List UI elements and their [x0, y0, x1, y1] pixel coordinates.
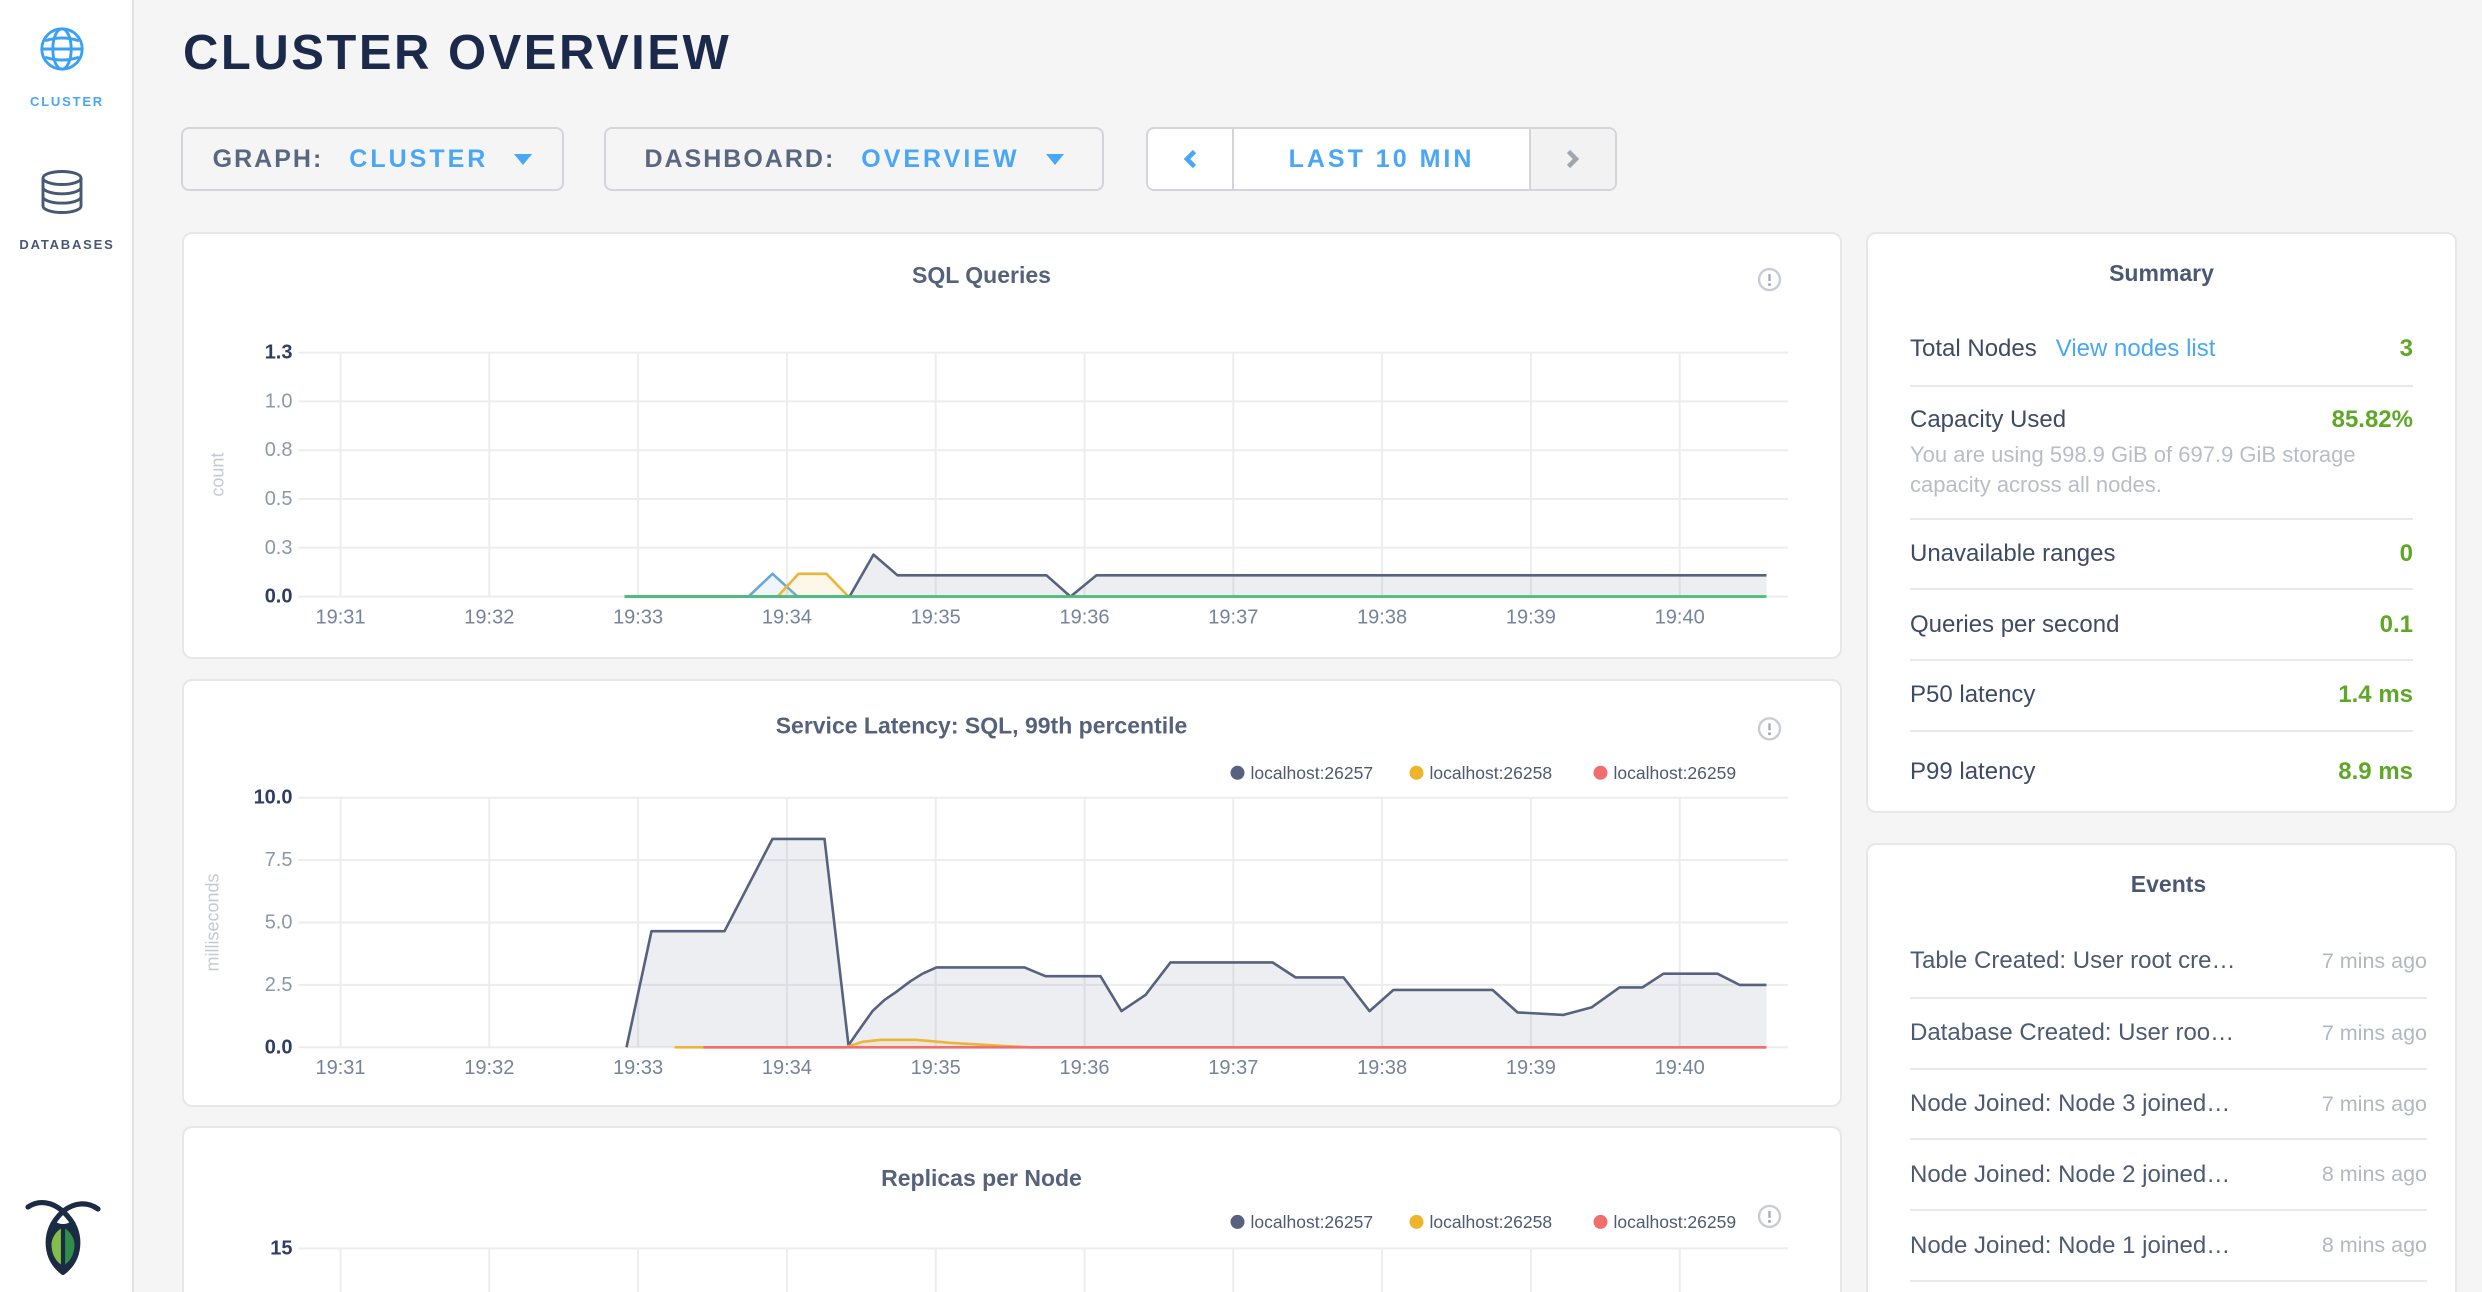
svg-text:localhost:26258: localhost:26258	[1429, 1211, 1552, 1231]
svg-text:0.0: 0.0	[264, 586, 292, 608]
svg-text:19:34: 19:34	[761, 607, 811, 629]
svg-text:Replicas per Node: Replicas per Node	[881, 1164, 1082, 1190]
svg-text:0.3: 0.3	[264, 537, 292, 559]
svg-text:19:33: 19:33	[613, 1056, 663, 1078]
svg-text:0.0: 0.0	[264, 1036, 292, 1058]
svg-text:19:40: 19:40	[1654, 607, 1704, 629]
svg-text:19:38: 19:38	[1357, 1056, 1407, 1078]
svg-text:19:31: 19:31	[315, 607, 365, 629]
svg-text:19:37: 19:37	[1208, 1056, 1258, 1078]
svg-text:5.0: 5.0	[264, 911, 292, 933]
svg-text:19:38: 19:38	[1357, 607, 1407, 629]
svg-text:0.5: 0.5	[264, 488, 292, 510]
svg-text:19:34: 19:34	[761, 1056, 811, 1078]
svg-text:0.8: 0.8	[264, 440, 292, 462]
svg-text:localhost:26259: localhost:26259	[1613, 1211, 1736, 1231]
svg-text:localhost:26259: localhost:26259	[1613, 762, 1736, 782]
svg-text:15: 15	[270, 1237, 292, 1259]
svg-text:19:35: 19:35	[910, 1056, 960, 1078]
svg-text:19:32: 19:32	[464, 607, 514, 629]
svg-text:19:39: 19:39	[1505, 607, 1555, 629]
svg-text:localhost:26257: localhost:26257	[1250, 1211, 1373, 1231]
svg-text:localhost:26257: localhost:26257	[1250, 762, 1373, 782]
svg-text:Service Latency: SQL, 99th per: Service Latency: SQL, 99th percentile	[775, 712, 1187, 738]
svg-text:SQL Queries: SQL Queries	[912, 262, 1051, 288]
svg-text:19:37: 19:37	[1208, 607, 1258, 629]
svg-text:19:39: 19:39	[1505, 1056, 1555, 1078]
svg-text:localhost:26258: localhost:26258	[1429, 762, 1552, 782]
svg-text:milliseconds: milliseconds	[202, 873, 222, 971]
svg-text:19:36: 19:36	[1059, 1056, 1109, 1078]
svg-text:7.5: 7.5	[264, 849, 292, 871]
svg-text:10.0: 10.0	[253, 786, 292, 808]
svg-text:19:36: 19:36	[1059, 607, 1109, 629]
svg-text:19:35: 19:35	[910, 607, 960, 629]
svg-text:1.3: 1.3	[264, 342, 292, 364]
svg-text:19:31: 19:31	[315, 1056, 365, 1078]
svg-text:19:40: 19:40	[1654, 1056, 1704, 1078]
svg-text:2.5: 2.5	[264, 974, 292, 996]
svg-text:1.0: 1.0	[264, 391, 292, 413]
svg-text:count: count	[207, 453, 227, 497]
svg-text:19:32: 19:32	[464, 1056, 514, 1078]
svg-text:19:33: 19:33	[613, 607, 663, 629]
